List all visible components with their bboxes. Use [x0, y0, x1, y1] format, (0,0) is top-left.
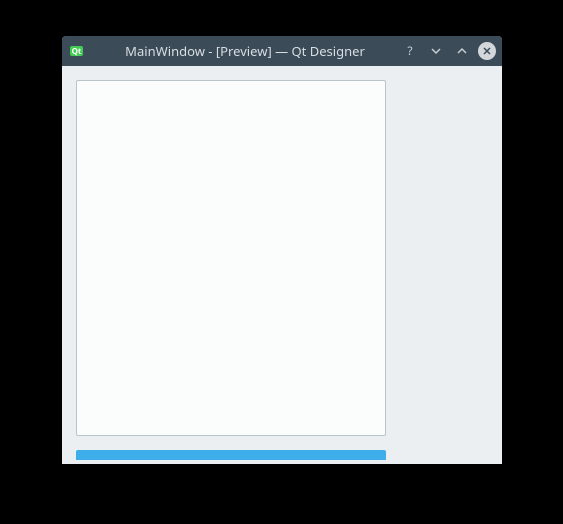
window-title: MainWindow - [Preview] — Qt Designer	[94, 42, 396, 60]
svg-text:Qt: Qt	[72, 46, 82, 57]
qt-app-icon: Qt	[68, 42, 86, 60]
content-area	[62, 66, 502, 464]
push-button[interactable]	[76, 450, 386, 460]
svg-text:?: ?	[407, 44, 412, 58]
chevron-down-icon	[429, 44, 443, 58]
chevron-up-icon	[455, 44, 469, 58]
minimize-button[interactable]	[426, 41, 446, 61]
help-button[interactable]: ?	[400, 41, 420, 61]
main-window: Qt MainWindow - [Preview] — Qt Designer …	[62, 36, 502, 464]
close-icon	[482, 46, 492, 56]
titlebar[interactable]: Qt MainWindow - [Preview] — Qt Designer …	[62, 36, 502, 66]
text-edit-widget[interactable]	[76, 80, 386, 436]
close-button[interactable]	[478, 42, 496, 60]
maximize-button[interactable]	[452, 41, 472, 61]
titlebar-controls: ?	[400, 41, 496, 61]
